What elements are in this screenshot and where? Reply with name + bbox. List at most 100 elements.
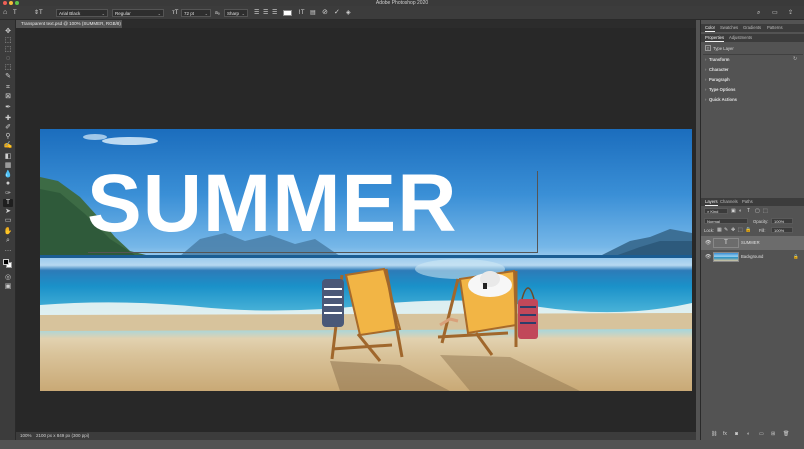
opacity-field[interactable]: 100%	[771, 218, 793, 224]
reset-transform-icon[interactable]: ↻	[793, 56, 797, 62]
document-canvas[interactable]: SUMMER	[40, 129, 692, 391]
color-panel-tabs: Color Swatches Gradients Patterns	[701, 24, 804, 32]
adjustment-layer-icon[interactable]: ◐	[747, 431, 750, 437]
home-icon[interactable]: ⌂	[3, 9, 7, 17]
tab-gradients[interactable]: Gradients	[743, 24, 761, 32]
type-tool-preset-icon[interactable]: T	[13, 9, 17, 17]
font-family-value: Arial Black	[59, 11, 81, 16]
rectangle-tool-icon[interactable]: ▭	[3, 217, 13, 225]
link-layers-icon[interactable]: ⛓	[711, 431, 717, 437]
visibility-eye-icon[interactable]: 👁	[705, 236, 711, 250]
section-character[interactable]: › Character	[705, 67, 729, 72]
object-selection-tool-icon[interactable]: ⬚	[3, 64, 13, 72]
3d-icon[interactable]: ◈	[346, 9, 351, 17]
filter-smart-object-icon[interactable]: ⬚	[763, 208, 768, 214]
blend-mode-select[interactable]: Normal	[704, 218, 748, 224]
tab-patterns[interactable]: Patterns	[767, 24, 783, 32]
font-family-select[interactable]: Arial Black ⌄	[56, 9, 108, 17]
commit-checkmark-icon[interactable]: ✓	[334, 9, 340, 17]
tab-properties[interactable]: Properties	[705, 34, 725, 42]
layer-style-icon[interactable]: fx	[723, 431, 727, 437]
character-panel-icon[interactable]: ▤	[310, 9, 316, 17]
text-color-swatch[interactable]	[283, 10, 292, 16]
zoom-tool-icon[interactable]: ⌕	[3, 237, 13, 245]
align-right-icon[interactable]: ☰	[272, 9, 277, 17]
zoom-level[interactable]: 100%	[20, 432, 32, 440]
quick-selection-tool-icon[interactable]: ✎	[3, 73, 13, 81]
text-orientation-icon[interactable]: ⇕T	[34, 9, 43, 17]
eyedropper-tool-icon[interactable]: ✒	[3, 104, 13, 112]
artboard-tool-icon[interactable]: ⬚	[3, 37, 13, 45]
add-mask-icon[interactable]: ◙	[735, 431, 738, 437]
healing-brush-tool-icon[interactable]: ✚	[3, 115, 13, 123]
quick-mask-icon[interactable]: ◎	[3, 274, 13, 282]
warp-text-icon[interactable]: ⌇T	[298, 9, 305, 17]
hand-tool-icon[interactable]: ✋	[3, 228, 13, 236]
crop-tool-icon[interactable]: ⌗	[3, 84, 13, 92]
chevron-down-icon: ⌄	[101, 11, 105, 16]
frame-tool-icon[interactable]: ⊠	[3, 93, 13, 101]
foreground-color-swatch[interactable]	[3, 259, 9, 265]
layers-panel-footer: ⛓ fx ◙ ◐ ▭ ⊞ 🗑	[701, 430, 804, 440]
move-tool-icon[interactable]: ✥	[3, 28, 13, 36]
filter-shape-icon[interactable]: ▢	[755, 208, 760, 214]
section-transform[interactable]: › Transform	[705, 57, 729, 62]
blur-tool-icon[interactable]: 💧	[3, 171, 13, 179]
lasso-tool-icon[interactable]: ◌	[3, 55, 13, 63]
background-layer-thumbnail	[713, 252, 739, 262]
filter-pixel-icon[interactable]: ▣	[731, 208, 736, 214]
search-icon[interactable]: ⌕	[757, 9, 760, 17]
lock-icon[interactable]: 🔒	[793, 250, 799, 264]
fill-field[interactable]: 100%	[771, 227, 793, 233]
filter-adjustment-icon[interactable]: ◐	[739, 208, 742, 214]
gradient-tool-icon[interactable]: ▦	[3, 162, 13, 170]
lock-transparent-icon[interactable]: ▦	[717, 227, 722, 233]
eraser-tool-icon[interactable]: ◧	[3, 153, 13, 161]
divider	[703, 54, 803, 55]
tab-channels[interactable]: Channels	[720, 198, 738, 206]
section-quick-actions[interactable]: › Quick Actions	[705, 97, 737, 102]
history-brush-tool-icon[interactable]: ✍	[3, 142, 13, 150]
align-left-icon[interactable]: ☰	[254, 9, 259, 17]
kind-filter-value: Kind	[710, 209, 719, 214]
tab-paths[interactable]: Paths	[742, 198, 753, 206]
summer-type-layer-text[interactable]: SUMMER	[87, 163, 457, 245]
filter-type-icon[interactable]: T	[747, 208, 750, 214]
layer-row-summer[interactable]: 👁 T SUMMER	[701, 236, 804, 250]
more-tools-icon[interactable]: …	[3, 246, 13, 254]
lock-image-icon[interactable]: ✎	[724, 227, 728, 233]
document-info[interactable]: 2100 px x 849 px (300 ppi)	[36, 432, 89, 440]
font-style-select[interactable]: Regular ⌄	[112, 9, 164, 17]
new-layer-icon[interactable]: ⊞	[771, 431, 775, 437]
section-paragraph[interactable]: › Paragraph	[705, 77, 730, 82]
layer-row-background[interactable]: 👁 Background 🔒	[701, 250, 804, 264]
tab-color[interactable]: Color	[705, 24, 716, 32]
clone-stamp-tool-icon[interactable]: ⚲	[3, 133, 13, 141]
document-tab[interactable]: Transparent text.psd @ 100% (SUMMER, RGB…	[16, 20, 122, 34]
font-size-select[interactable]: 72 pt ⌄	[181, 9, 211, 17]
antialias-select[interactable]: Sharp ⌄	[224, 9, 248, 17]
lock-all-icon[interactable]: 🔒	[745, 227, 751, 233]
cancel-icon[interactable]: ⊘	[322, 9, 328, 17]
tab-adjustments[interactable]: Adjustments	[729, 34, 752, 42]
delete-layer-icon[interactable]: 🗑	[783, 431, 789, 437]
dodge-tool-icon[interactable]: ●	[3, 180, 13, 188]
path-selection-tool-icon[interactable]: ➤	[3, 208, 13, 216]
marquee-tool-icon[interactable]: ⬚	[3, 46, 13, 54]
pen-tool-icon[interactable]: ✑	[3, 190, 13, 198]
screen-mode-icon[interactable]: ▣	[3, 283, 13, 291]
lock-artboard-icon[interactable]: ⬚	[738, 227, 743, 233]
tab-layers[interactable]: Layers	[705, 198, 718, 206]
align-center-icon[interactable]: ☰	[263, 9, 268, 17]
share-icon[interactable]: ⇪	[788, 9, 793, 17]
workspace-icon[interactable]: ▭	[772, 9, 778, 17]
new-group-icon[interactable]: ▭	[759, 431, 764, 437]
brush-tool-icon[interactable]: ✐	[3, 124, 13, 132]
kind-filter-select[interactable]: ⌕ Kind	[704, 208, 728, 214]
section-type-options[interactable]: › Type Options	[705, 87, 735, 92]
lock-position-icon[interactable]: ✥	[731, 227, 735, 233]
document-workspace[interactable]: SUMMER	[16, 28, 696, 432]
type-tool-icon[interactable]: T	[3, 199, 13, 207]
visibility-eye-icon[interactable]: 👁	[705, 250, 711, 264]
tab-swatches[interactable]: Swatches	[720, 24, 738, 32]
